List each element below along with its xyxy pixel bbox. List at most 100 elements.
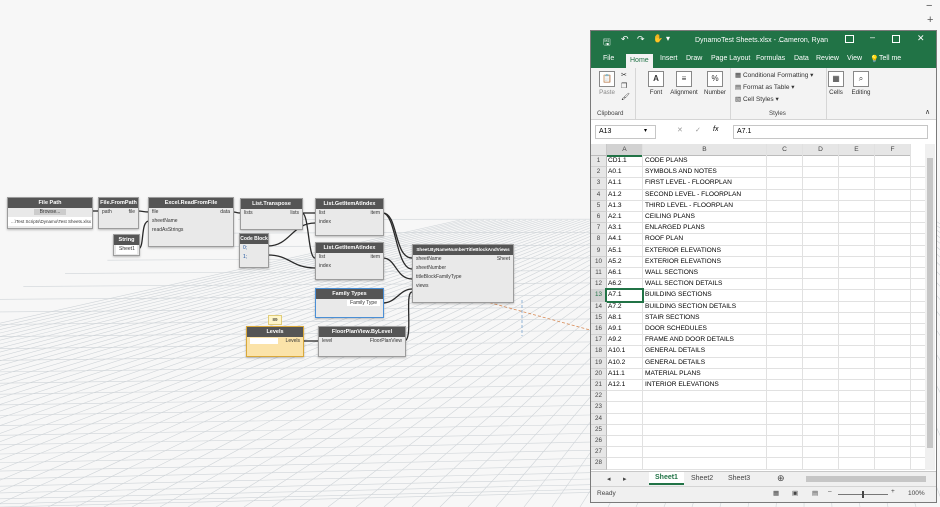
tab-formulas[interactable]: Formulas (756, 55, 785, 62)
cell-a[interactable] (608, 447, 642, 457)
sheet-tab-2[interactable]: Sheet2 (691, 475, 713, 482)
cell-a[interactable]: A3.1 (608, 223, 642, 233)
row-header[interactable]: 16 (591, 324, 607, 336)
scroll-thumb[interactable] (927, 158, 933, 448)
sheet-tab-1[interactable]: Sheet1 (649, 472, 684, 485)
prev-sheet-icon[interactable]: ◂ (607, 475, 611, 483)
row-header[interactable]: 19 (591, 357, 607, 369)
row-header[interactable]: 17 (591, 335, 607, 347)
format-painter-icon[interactable]: 🖌 (621, 93, 630, 101)
row-header[interactable]: 12 (591, 279, 607, 291)
row-header[interactable]: 6 (591, 212, 607, 224)
row-header[interactable]: 5 (591, 200, 607, 212)
cell-a[interactable]: A2.1 (608, 212, 642, 222)
insert-function-icon[interactable]: fx (713, 126, 718, 133)
column-header-b[interactable]: B (643, 144, 767, 156)
cell-styles-button[interactable]: ▧ Cell Styles ▾ (735, 95, 779, 103)
cell-b[interactable]: INTERIOR ELEVATIONS (645, 380, 765, 390)
cell-a[interactable]: A8.1 (608, 313, 642, 323)
list-getitematindex-node-1[interactable]: List.GetItemAtIndex list item index (315, 198, 384, 236)
row-header[interactable]: 1 (591, 156, 607, 168)
vertical-scrollbar[interactable] (925, 144, 935, 470)
undo-icon[interactable]: ↶ (621, 34, 629, 45)
tab-file[interactable]: File (603, 55, 614, 62)
row-header[interactable]: 11 (591, 268, 607, 280)
cell-b[interactable] (645, 458, 765, 468)
row-header[interactable]: 28 (591, 458, 607, 470)
cell-b[interactable]: STAIR SECTIONS (645, 313, 765, 323)
column-header-d[interactable]: D (803, 144, 839, 156)
zoom-out-icon[interactable]: – (828, 488, 832, 495)
cell-a[interactable]: A10.2 (608, 358, 642, 368)
string-value[interactable]: Sheet1 (116, 245, 137, 254)
cell-a[interactable] (608, 414, 642, 424)
cell-a[interactable]: A5.2 (608, 257, 642, 267)
sheet-tab-3[interactable]: Sheet3 (728, 475, 750, 482)
maximize-icon[interactable] (892, 35, 900, 43)
tab-data[interactable]: Data (794, 55, 809, 62)
copy-icon[interactable]: ❐ (621, 82, 627, 90)
cell-a[interactable]: A1.1 (608, 178, 642, 188)
row-header[interactable]: 8 (591, 234, 607, 246)
levels-node[interactable]: Levels Levels (246, 326, 304, 357)
conditional-formatting-button[interactable]: ▦ Conditional Formatting ▾ (735, 71, 813, 79)
row-header[interactable]: 2 (591, 167, 607, 179)
ribbon-display-icon[interactable] (845, 35, 854, 43)
level-dropdown[interactable] (250, 337, 278, 344)
row-header[interactable]: 4 (591, 189, 607, 201)
cell-b[interactable]: ENLARGED PLANS (645, 223, 765, 233)
collapse-ribbon-icon[interactable]: ∧ (925, 108, 930, 116)
cell-a[interactable]: A7.2 (608, 302, 642, 312)
cell-b[interactable]: FIRST LEVEL - FLOORPLAN (645, 178, 765, 188)
browse-button[interactable]: Browse... (33, 209, 67, 215)
row-header[interactable]: 15 (591, 312, 607, 324)
cell-b[interactable] (645, 425, 765, 435)
number-button[interactable]: % Number (702, 71, 728, 96)
row-header[interactable]: 14 (591, 301, 607, 313)
list-getitematindex-node-2[interactable]: List.GetItemAtIndex list item index (315, 242, 384, 280)
cell-b[interactable]: THIRD LEVEL - FLOORPLAN (645, 201, 765, 211)
row-header[interactable]: 21 (591, 380, 607, 392)
editing-button[interactable]: ⌕ Editing (848, 71, 874, 96)
zoom-slider-thumb[interactable] (862, 491, 864, 498)
code-block-node[interactable]: Code Block 0; 1; (239, 233, 269, 268)
excel-window[interactable]: 🖫 ↶ ↷ ✋ ▾ DynamoTest Sheets.xlsx - ... C… (590, 30, 937, 503)
cut-icon[interactable]: ✂ (621, 71, 627, 79)
cell-a[interactable] (608, 391, 642, 401)
row-header[interactable]: 27 (591, 447, 607, 459)
redo-icon[interactable]: ↷ (637, 34, 645, 45)
cell-a[interactable]: A5.1 (608, 246, 642, 256)
cell-b[interactable]: WALL SECTIONS (645, 268, 765, 278)
cell-b[interactable]: BUILDING SECTIONS (645, 290, 765, 300)
family-types-node[interactable]: Family Types Family Type (315, 288, 384, 318)
worksheet-grid[interactable]: A B C D E F 1 CD1.1 CODE PLANS 2 A0.1 SYMBOLS AND N… (591, 144, 926, 470)
cell-b[interactable]: MATERIAL PLANS (645, 369, 765, 379)
row-header[interactable]: 10 (591, 256, 607, 268)
row-header[interactable]: 22 (591, 391, 607, 403)
touch-mode-icon[interactable]: ✋ (653, 34, 663, 43)
cell-a[interactable]: A12.1 (608, 380, 642, 390)
cell-b[interactable]: FRAME AND DOOR DETAILS (645, 335, 765, 345)
sheet-bynamenumber-node[interactable]: Sheet.ByNameNumberTitleBlockAndViews she… (412, 244, 514, 303)
excel-readfromfile-node[interactable]: Excel.ReadFromFile file data sheetName re… (148, 197, 234, 247)
user-name[interactable]: Cameron, Ryan (779, 37, 828, 44)
row-header[interactable]: 9 (591, 245, 607, 257)
formula-input[interactable]: A7.1 (733, 125, 928, 139)
zoom-out-button[interactable]: − (926, 0, 932, 12)
tab-insert[interactable]: Insert (660, 55, 678, 62)
normal-view-icon[interactable]: ▦ (773, 489, 779, 497)
cell-b[interactable]: EXTERIOR ELEVATIONS (645, 246, 765, 256)
cell-b[interactable] (645, 447, 765, 457)
cell-b[interactable]: DOOR SCHEDULES (645, 324, 765, 334)
cell-a[interactable]: A10.1 (608, 346, 642, 356)
page-break-view-icon[interactable]: ▤ (812, 489, 818, 497)
cell-a[interactable]: A1.2 (608, 190, 642, 200)
zoom-in-button[interactable]: + (927, 14, 933, 26)
tab-review[interactable]: Review (816, 55, 839, 62)
cell-a[interactable]: A6.2 (608, 279, 642, 289)
cell-a[interactable]: A1.3 (608, 201, 642, 211)
cells-button[interactable]: ▦ Cells (827, 71, 845, 96)
font-button[interactable]: A Font (645, 71, 667, 96)
code-line[interactable]: 0; (240, 244, 268, 253)
enter-icon[interactable]: ✓ (695, 126, 701, 134)
